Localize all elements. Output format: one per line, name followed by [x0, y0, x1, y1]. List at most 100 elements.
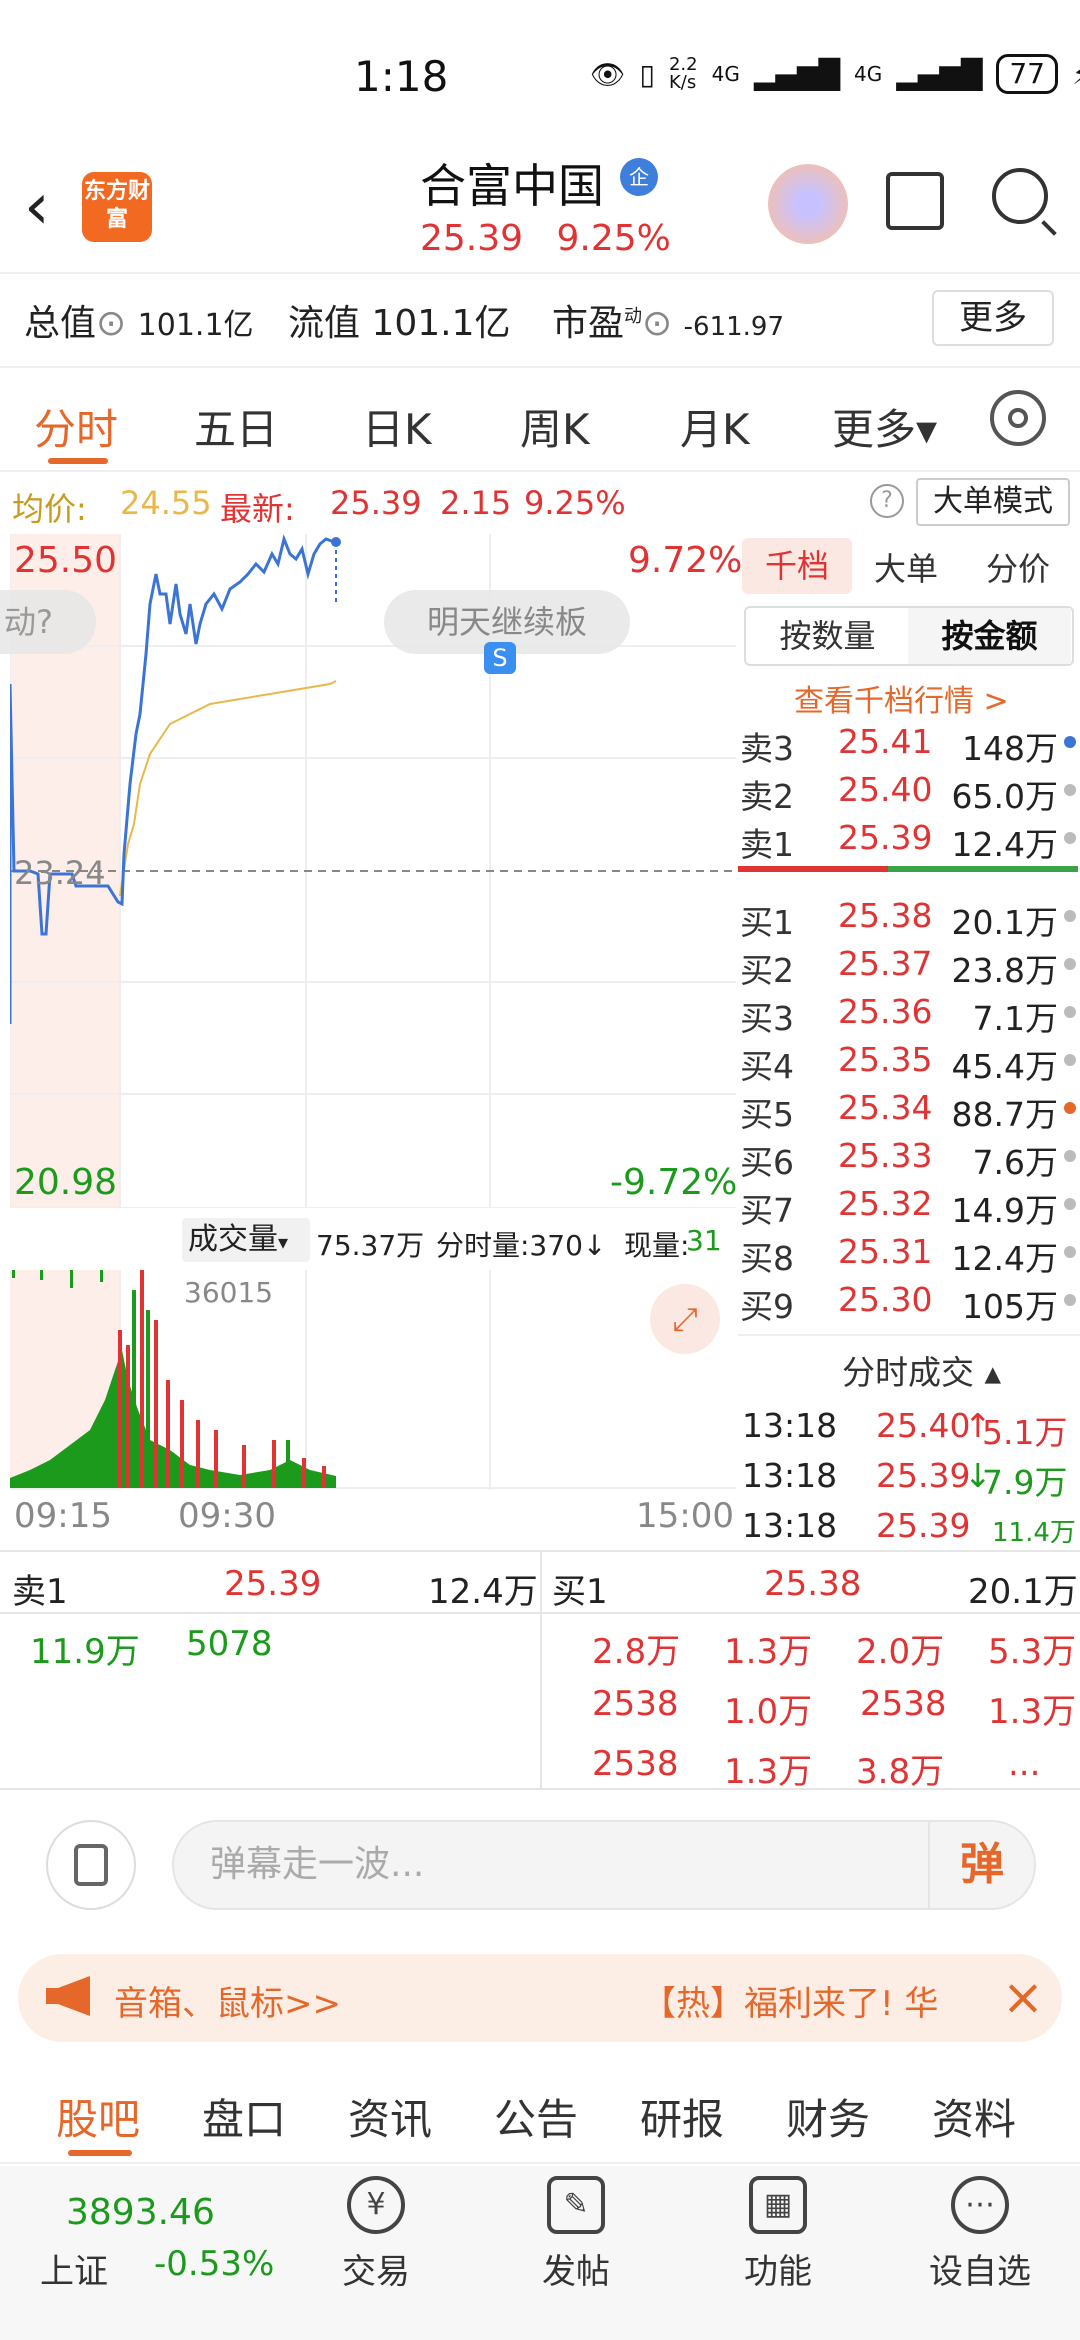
tab-weekly-k[interactable]: 周K — [520, 396, 590, 457]
trade-price: 25.40 — [876, 1406, 971, 1445]
total-value-amount: 101.1亿 — [137, 308, 254, 343]
gear-icon[interactable] — [990, 390, 1046, 446]
tab-price-distribution[interactable]: 分价 — [986, 544, 1050, 590]
search-icon[interactable] — [992, 168, 1048, 224]
bid-row[interactable]: 买6 25.33 7.6万 — [738, 1136, 1080, 1184]
time-axis-close: 15:00 — [636, 1496, 734, 1536]
intraday-trades-title[interactable]: 分时成交 ▴ — [842, 1346, 1001, 1394]
bid-label: 买2 — [740, 951, 794, 990]
float-value-amount: 101.1亿 — [371, 303, 511, 344]
header-price: 25.39 9.25% — [420, 218, 671, 259]
tab-thousand-levels[interactable]: 千档 — [742, 538, 852, 594]
bid-row[interactable]: 买8 25.31 12.4万 — [738, 1232, 1080, 1280]
expand-icon[interactable]: ⤢ — [650, 1284, 720, 1354]
bid-row[interactable]: 买3 25.36 7.1万 — [738, 992, 1080, 1040]
status-icons: 👁 ▯ 2.2 K/s 4G ▂▄▆█ 4G ▂▄▆█ 77 ⚡ — [590, 54, 1080, 94]
buy-queue-item: 1.3万 — [724, 1752, 813, 1792]
tab-monthly-k[interactable]: 月K — [680, 396, 750, 457]
tab-news[interactable]: 资讯 — [348, 2086, 432, 2147]
tab-five-day[interactable]: 五日 — [194, 396, 278, 457]
ask-row[interactable]: 卖3 25.41 148万 — [738, 722, 1080, 770]
nav-functions[interactable]: ▦ 功能 — [708, 2176, 848, 2293]
nav-trade[interactable]: ¥ 交易 — [306, 2176, 446, 2293]
nav-post[interactable]: ✎ 发帖 — [506, 2176, 646, 2293]
view-depth-link[interactable]: 查看千档行情 > — [794, 676, 1009, 720]
ask-row[interactable]: 卖2 25.40 65.0万 — [738, 770, 1080, 818]
info-icon[interactable]: ⊙ — [642, 303, 672, 344]
assistant-robot-icon[interactable] — [768, 164, 848, 244]
tab-profile[interactable]: 资料 — [932, 2086, 1016, 2147]
danmu-send-button[interactable]: 弹 — [928, 1822, 1034, 1908]
tab-forum[interactable]: 股吧 — [56, 2086, 140, 2147]
bid-label: 买3 — [740, 999, 794, 1038]
subtab-by-amount[interactable]: 按金额 — [908, 608, 1071, 664]
subtab-by-quantity[interactable]: 按数量 — [746, 608, 909, 664]
bid-label: 买1 — [740, 903, 794, 942]
tab-market-depth[interactable]: 盘口 — [202, 2086, 286, 2147]
status-time: 1:18 — [354, 52, 449, 101]
danmu-input[interactable]: 弹幕走一波... — [172, 1820, 1036, 1910]
tab-intraday[interactable]: 分时 — [34, 396, 118, 457]
tab-research[interactable]: 研报 — [640, 2086, 724, 2147]
float-value-label: 流值 — [288, 303, 361, 344]
last-price-label: 最新: — [220, 490, 295, 528]
index-change[interactable]: -0.53% — [154, 2244, 274, 2284]
tab-daily-k[interactable]: 日K — [362, 396, 432, 457]
bid-volume: 20.1万 — [951, 903, 1058, 942]
index-name[interactable]: 上证 — [40, 2244, 108, 2293]
content-tabs: 股吧 盘口 资讯 公告 研报 财务 资料 — [0, 2064, 1080, 2164]
trade-time: 13:18 — [742, 1506, 838, 1545]
ask-row[interactable]: 卖1 25.39 12.4万 — [738, 818, 1080, 866]
big-order-mode-button[interactable]: 大单模式 — [916, 478, 1070, 526]
nav-trade-label: 交易 — [342, 2252, 410, 2292]
bid-row[interactable]: 买1 25.38 20.1万 — [738, 896, 1080, 944]
tab-big-orders[interactable]: 大单 — [874, 544, 938, 590]
bid-row[interactable]: 买5 25.34 88.7万 — [738, 1088, 1080, 1136]
bid-row[interactable]: 买2 25.37 23.8万 — [738, 944, 1080, 992]
buy-queue-more[interactable]: ... — [1008, 1744, 1040, 1784]
ask-volume: 65.0万 — [951, 777, 1058, 816]
total-value: 总值⊙ 101.1亿 — [24, 294, 254, 346]
index-value[interactable]: 3893.46 — [66, 2192, 215, 2233]
buy-queue-item: 1.3万 — [988, 1692, 1077, 1732]
trade-volume: 11.4万 — [992, 1518, 1076, 1548]
s-badge-icon[interactable]: S — [484, 642, 516, 674]
bid-label: 买7 — [740, 1191, 794, 1230]
bid-row[interactable]: 买4 25.35 45.4万 — [738, 1040, 1080, 1088]
bid-dot — [1064, 1246, 1076, 1258]
edit-icon: ✎ — [547, 2176, 605, 2234]
bid-row[interactable]: 买9 25.30 105万 — [738, 1280, 1080, 1328]
chart-lower-price: 20.98 — [14, 1162, 118, 1203]
bid-label: 买5 — [740, 1095, 794, 1134]
help-icon[interactable]: ? — [870, 484, 904, 518]
ask-dot — [1064, 832, 1076, 844]
tab-announcements[interactable]: 公告 — [494, 2086, 578, 2147]
tab-financials[interactable]: 财务 — [786, 2086, 870, 2147]
volume-selector[interactable]: 成交量▾ — [182, 1218, 310, 1262]
bid-price: 25.34 — [838, 1088, 933, 1127]
danmu-settings-icon[interactable] — [46, 1820, 136, 1910]
more-button[interactable]: 更多 — [932, 290, 1054, 346]
back-icon[interactable]: ‹ — [24, 170, 50, 244]
bid-price: 25.36 — [838, 992, 933, 1031]
trade-price: 25.39 — [876, 1506, 971, 1545]
signal-4g-2: 4G — [853, 62, 883, 86]
change-value: 2.15 — [440, 484, 512, 522]
ask-dot — [1064, 736, 1076, 748]
info-icon[interactable]: ⊙ — [96, 303, 126, 344]
pe-sup: 动 — [624, 306, 643, 327]
tab-more[interactable]: 更多▾ — [832, 396, 937, 457]
nav-add-watchlist-label: 设自选 — [929, 2252, 1031, 2292]
change-pct-value: 9.25% — [524, 484, 626, 522]
promo-notice[interactable]: 音箱、鼠标>> 【热】福利来了! 华 × — [18, 1954, 1062, 2042]
ask-price: 25.40 — [838, 770, 933, 809]
close-icon[interactable]: × — [1002, 1968, 1044, 2026]
bid-row[interactable]: 买7 25.32 14.9万 — [738, 1184, 1080, 1232]
current-volume-value: 31 — [686, 1224, 722, 1257]
nav-add-watchlist[interactable]: ⋯ 设自选 — [910, 2176, 1050, 2293]
avg-price-line — [119, 680, 337, 897]
share-icon[interactable] — [886, 172, 944, 230]
bid-volume: 45.4万 — [951, 1047, 1058, 1086]
stock-header: ‹ 东方财富 合富中国 企 25.39 9.25% — [0, 150, 1080, 270]
bid-ask-ratio-bar — [738, 866, 1078, 872]
